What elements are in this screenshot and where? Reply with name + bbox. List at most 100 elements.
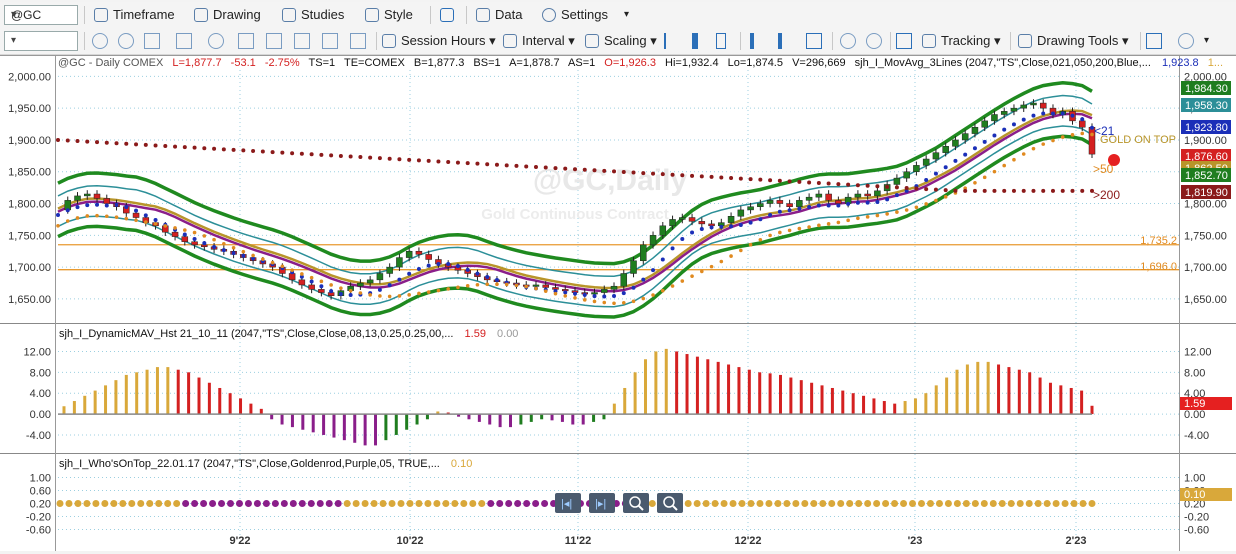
chevron-down-icon[interactable]: ▾ <box>11 7 73 22</box>
interval-input[interactable]: ▾ <box>4 31 78 51</box>
ma50-dot <box>875 213 880 218</box>
hollow-candle-icon[interactable] <box>716 33 726 49</box>
search-icon[interactable] <box>176 33 192 49</box>
x-tick-label: 2'23 <box>1066 535 1087 547</box>
gold-dot <box>693 500 701 507</box>
gold-dot <box>415 500 423 507</box>
image-icon[interactable] <box>266 33 282 49</box>
ma200-dot <box>543 165 548 170</box>
candle-body <box>864 193 871 197</box>
ma50-dot <box>222 241 226 246</box>
ma200-dot <box>163 144 168 149</box>
gold-dot <box>433 500 441 507</box>
timeframe-button[interactable]: Timeframe <box>94 5 175 25</box>
scaling-button[interactable]: Scaling ▾ <box>585 31 657 51</box>
ma200-dot <box>56 137 60 142</box>
session-hours-button[interactable]: Session Hours ▾ <box>382 31 496 51</box>
header-study-value2: 1... <box>1208 57 1223 69</box>
studies-button[interactable]: Studies <box>282 5 344 25</box>
ma50-dot <box>826 222 831 226</box>
gold-dot <box>783 500 791 507</box>
candle-body <box>610 285 618 290</box>
ma200-dot <box>943 188 948 193</box>
chart-svg[interactable]: @GC,Daily Gold Continuous Contract 1,650… <box>0 56 1236 551</box>
image-icon[interactable] <box>322 33 338 49</box>
ma200-dot <box>1011 188 1016 193</box>
candle-body <box>991 114 998 122</box>
ma200-dot <box>134 142 139 147</box>
scroll-right-button[interactable]: |▸| <box>589 493 615 513</box>
refresh-icon[interactable] <box>92 33 108 49</box>
header-high: Hi=1,932.4 <box>665 57 719 69</box>
ma21-dot <box>631 285 636 290</box>
settings-button[interactable]: Settings <box>542 5 608 25</box>
zoom-in-icon <box>629 496 641 508</box>
ma21-dot <box>446 262 451 267</box>
bar-icon[interactable] <box>664 33 682 49</box>
dot-bar-icon[interactable] <box>750 33 754 49</box>
ma50-dot <box>758 237 763 242</box>
ma21-dot <box>690 230 695 235</box>
ma200-dot <box>377 156 382 161</box>
gold-dot <box>917 500 925 507</box>
trend-icon[interactable] <box>1146 33 1162 49</box>
ma50-dot <box>378 294 382 298</box>
candle-body <box>415 250 423 255</box>
ma50-dot <box>982 175 987 180</box>
ma200-dot <box>748 177 753 182</box>
drawing-button[interactable]: Drawing <box>194 5 261 25</box>
ma50-dot <box>485 282 490 287</box>
ma50-dot <box>914 205 919 210</box>
style-button[interactable]: Style <box>365 5 413 25</box>
osc-tick-left: 8.00 <box>30 367 51 379</box>
zoom-in-icon[interactable] <box>840 33 856 49</box>
tracking-button[interactable]: Tracking ▾ <box>922 31 1001 51</box>
grid-icon[interactable] <box>144 33 160 49</box>
overflow-icon[interactable]: ▾ <box>624 5 629 25</box>
ma200-dot <box>982 188 987 193</box>
drawing-tools-button[interactable]: Drawing Tools ▾ <box>1018 31 1129 51</box>
zoom-in-button[interactable] <box>623 493 649 513</box>
cursor-grid-icon[interactable] <box>896 33 912 49</box>
price-tick-left: 1,800.00 <box>8 199 51 211</box>
candle-icon[interactable] <box>692 33 698 49</box>
interval-button[interactable]: Interval ▾ <box>503 31 575 51</box>
data-button[interactable]: Data <box>476 5 522 25</box>
ma50-dot <box>1002 163 1007 168</box>
layout-icon[interactable] <box>440 5 459 25</box>
chevron-down-icon[interactable]: ▾ <box>11 33 73 48</box>
ma50-dot <box>75 216 80 220</box>
ma50-dot <box>173 226 177 230</box>
timer-icon[interactable] <box>208 33 224 49</box>
ma21-dot <box>865 200 870 205</box>
image-icon[interactable] <box>294 33 310 49</box>
candle-body <box>396 257 403 268</box>
chart-area[interactable]: @GC,Daily Gold Continuous Contract 1,650… <box>0 55 1236 551</box>
ma21-dot <box>875 200 880 205</box>
line-bar-icon[interactable] <box>778 33 782 49</box>
osc-tick-left: 12.00 <box>23 346 51 358</box>
ma200-dot <box>368 155 373 160</box>
ma50-dot <box>241 249 246 254</box>
image-icon[interactable] <box>350 33 366 49</box>
scroll-left-button[interactable]: |◂| <box>555 493 581 513</box>
symbol-input[interactable]: @GC ▾ <box>4 5 78 25</box>
zoom-out-button[interactable] <box>657 493 683 513</box>
view-icon[interactable] <box>1178 33 1194 49</box>
purple-dot <box>262 500 270 507</box>
ma200-dot <box>709 174 714 179</box>
ma200-dot <box>231 147 236 152</box>
box-icon[interactable] <box>806 33 822 49</box>
gold-dot <box>702 500 710 507</box>
zoom-out-icon[interactable] <box>866 33 882 49</box>
ma50-dot <box>143 220 148 224</box>
reload-icon[interactable] <box>118 33 134 49</box>
check-icon[interactable] <box>238 33 254 49</box>
ma21-dot <box>709 225 714 230</box>
ma200-dot <box>807 180 812 185</box>
overflow-icon[interactable]: ▾ <box>1204 31 1209 51</box>
hline-label-1: 1,735.2 <box>1140 235 1177 247</box>
ma50-dot <box>270 260 275 265</box>
ma21-dot <box>680 237 685 242</box>
gold-dot <box>756 500 764 507</box>
